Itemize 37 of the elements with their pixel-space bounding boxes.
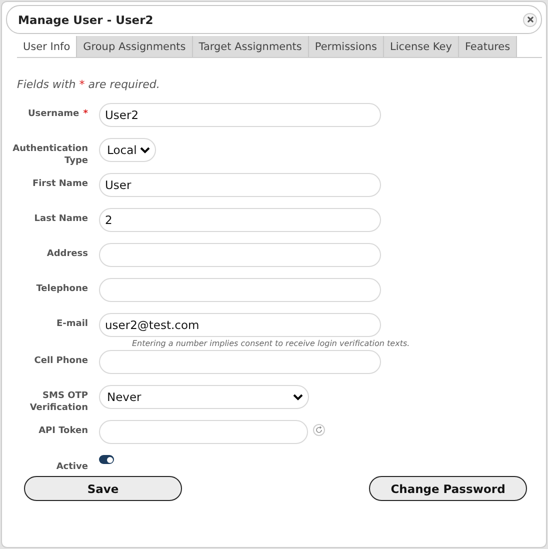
input-field[interactable] bbox=[99, 243, 381, 267]
action-button[interactable]: Change Password bbox=[369, 476, 527, 501]
dropdown[interactable]: Never bbox=[99, 385, 309, 409]
close-icon[interactable] bbox=[523, 12, 537, 26]
field-label: API Token bbox=[38, 426, 88, 436]
input-field[interactable] bbox=[99, 350, 381, 374]
chevron-down-icon bbox=[140, 146, 150, 154]
field-label: SMS OTP Verification bbox=[30, 391, 88, 413]
tab[interactable]: Permissions bbox=[308, 36, 384, 57]
required-note: Fields with * are required. bbox=[17, 78, 161, 91]
input-field[interactable] bbox=[99, 420, 308, 444]
field-label: Cell Phone bbox=[34, 356, 88, 366]
required-mark: * bbox=[83, 109, 88, 119]
window-title: Manage User - User2 bbox=[18, 12, 154, 26]
field-label: Active bbox=[56, 462, 88, 472]
action-button[interactable]: Save bbox=[24, 476, 182, 501]
input-field[interactable]: User2 bbox=[99, 103, 381, 127]
chevron-down-icon bbox=[293, 394, 303, 400]
input-field[interactable]: user2@test.com bbox=[99, 313, 381, 337]
tab[interactable]: License Key bbox=[384, 36, 459, 57]
field-label: Telephone bbox=[36, 284, 88, 294]
tab[interactable]: Target Assignments bbox=[192, 36, 309, 57]
toggle-switch[interactable] bbox=[99, 455, 114, 464]
tab[interactable]: Features bbox=[458, 36, 518, 57]
tab[interactable]: Group Assignments bbox=[77, 36, 193, 57]
field-label: Username bbox=[28, 109, 80, 119]
input-field[interactable]: 2 bbox=[99, 208, 381, 232]
dropdown[interactable]: Local bbox=[99, 138, 156, 162]
refresh-icon[interactable] bbox=[313, 424, 325, 436]
hint-text: Entering a number implies consent to receive login verification texts. bbox=[132, 339, 411, 348]
field-label: First Name bbox=[32, 179, 88, 189]
input-field[interactable]: User bbox=[99, 173, 381, 197]
field-label: Authentication Type bbox=[12, 144, 88, 166]
field-label: E-mail bbox=[56, 319, 88, 329]
field-label: Last Name bbox=[34, 214, 88, 224]
input-field[interactable] bbox=[99, 278, 381, 302]
field-label: Address bbox=[46, 249, 88, 259]
